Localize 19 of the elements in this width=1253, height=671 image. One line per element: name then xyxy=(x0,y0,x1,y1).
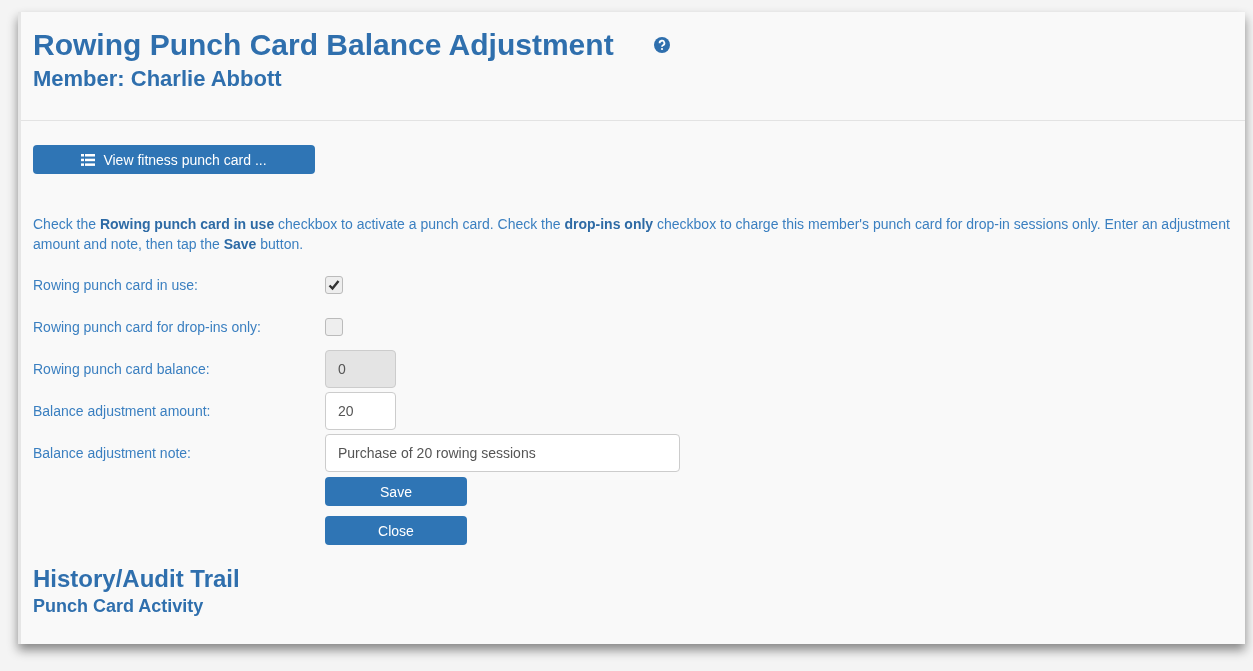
field-label: Balance adjustment amount: xyxy=(33,402,212,419)
help-icon[interactable] xyxy=(653,37,670,53)
section-subheading: Punch Card Activity xyxy=(33,595,205,617)
checkbox[interactable] xyxy=(325,317,343,336)
page-title: Rowing Punch Card Balance Adjustment xyxy=(33,28,614,62)
field-label: Rowing punch card for drop-ins only: xyxy=(33,318,262,335)
member-name: Member: Charlie Abbott xyxy=(33,66,283,92)
checkbox[interactable] xyxy=(325,275,343,294)
input-field[interactable]: 20 xyxy=(325,391,396,430)
action-button[interactable]: Save xyxy=(325,477,467,506)
field-label: Rowing punch card balance: xyxy=(33,360,211,377)
instructions-text: Check the Rowing punch card in use checkbox to activate a punch card. Check the drop-ins only checkbox to charge this member's punch card for drop-in sessions only. Enter an adjustment amount and note, then tap the Save button. xyxy=(33,215,1231,254)
section-heading: History/Audit Trail xyxy=(33,565,241,593)
field-label: Balance adjustment note: xyxy=(33,444,192,461)
field-label: Rowing punch card in use: xyxy=(33,276,199,293)
action-button[interactable]: Close xyxy=(325,516,467,545)
view-punch-card-button[interactable]: View fitness punch card ... xyxy=(33,145,315,174)
input-field[interactable]: Purchase of 20 rowing sessions xyxy=(325,433,680,472)
list-icon xyxy=(81,153,96,166)
